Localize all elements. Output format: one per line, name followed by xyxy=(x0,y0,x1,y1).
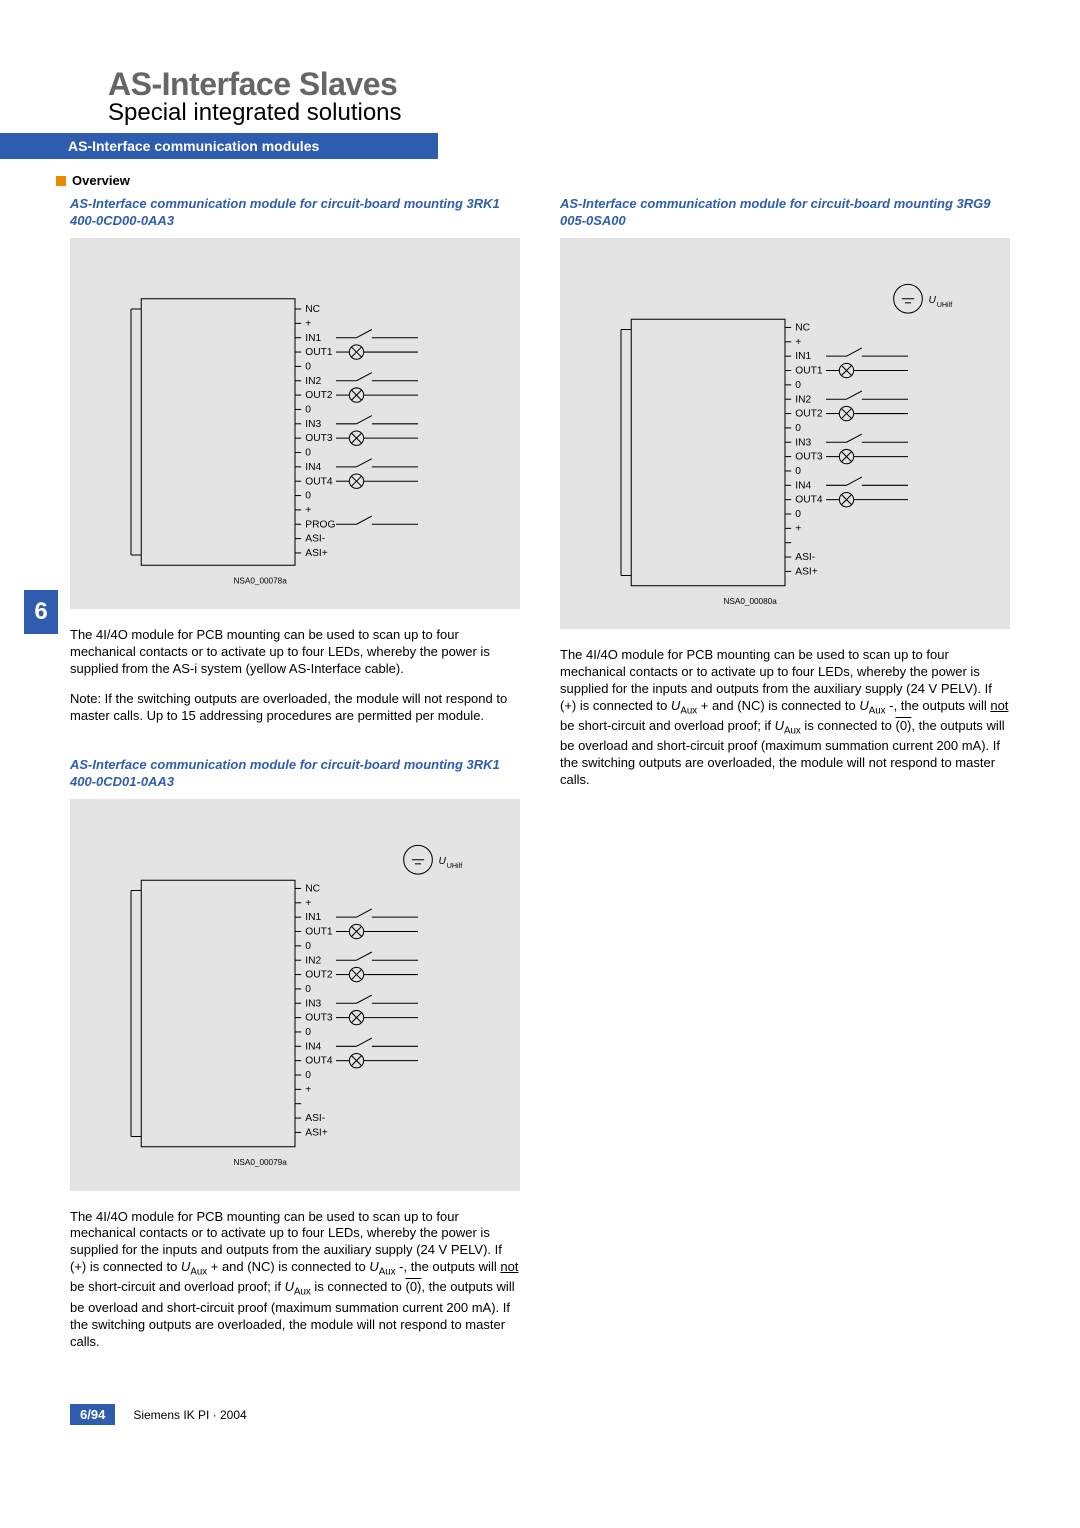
svg-text:UHilf: UHilf xyxy=(937,301,953,309)
svg-text:0: 0 xyxy=(305,447,311,458)
svg-text:IN1: IN1 xyxy=(305,912,321,923)
page-footer: 6/94 Siemens IK PI · 2004 xyxy=(0,1404,1080,1425)
body-paragraph: Note: If the switching outputs are overl… xyxy=(70,691,520,725)
svg-text:IN1: IN1 xyxy=(305,333,321,344)
svg-text:IN4: IN4 xyxy=(305,1041,321,1052)
svg-text:+: + xyxy=(305,505,311,516)
page-title: AS-Interface Slaves xyxy=(108,66,1080,103)
diagram-ref: NSA0_00079a xyxy=(234,1158,288,1167)
svg-text:OUT2: OUT2 xyxy=(795,408,823,419)
svg-text:NC: NC xyxy=(305,304,320,315)
svg-text:0: 0 xyxy=(305,1070,311,1081)
svg-text:+: + xyxy=(305,1084,311,1095)
page-number: 6/94 xyxy=(70,1404,115,1425)
svg-text:0: 0 xyxy=(305,984,311,995)
circuit-diagram-icon: NC + IN1 OUT1 0 IN2 OUT2 0 IN3 OUT3 0 IN4 OUT4 0 + PROG… xyxy=(90,268,500,596)
svg-text:ASI-: ASI- xyxy=(305,1113,325,1124)
svg-text:U: U xyxy=(439,856,447,867)
svg-text:0: 0 xyxy=(795,466,801,477)
circuit-diagram-icon: U UHilf NC + IN1 OUT1 0 IN2 OUT2 0 IN3 OUT3 0 IN4 OU… xyxy=(580,268,990,617)
right-column: AS-Interface communication module for ci… xyxy=(560,196,1010,1364)
svg-text:IN3: IN3 xyxy=(795,437,811,448)
svg-text:0: 0 xyxy=(795,509,801,520)
svg-text:OUT2: OUT2 xyxy=(305,390,333,401)
svg-text:NC: NC xyxy=(795,322,810,333)
svg-text:0: 0 xyxy=(795,423,801,434)
svg-text:OUT1: OUT1 xyxy=(795,365,823,376)
overview-heading: Overview xyxy=(0,173,1080,188)
svg-text:IN3: IN3 xyxy=(305,419,321,430)
svg-text:IN3: IN3 xyxy=(305,998,321,1009)
svg-text:0: 0 xyxy=(305,490,311,501)
diagram-ref: NSA0_00080a xyxy=(724,597,778,606)
svg-text:+: + xyxy=(305,318,311,329)
svg-text:0: 0 xyxy=(795,380,801,391)
svg-text:IN2: IN2 xyxy=(305,376,321,387)
section-title: AS-Interface communication module for ci… xyxy=(560,196,1010,230)
svg-text:OUT2: OUT2 xyxy=(305,970,333,981)
section-title: AS-Interface communication module for ci… xyxy=(70,757,520,791)
svg-text:OUT3: OUT3 xyxy=(795,451,823,462)
body-paragraph: The 4I/4O module for PCB mounting can be… xyxy=(70,627,520,678)
diagram-box: NC + IN1 OUT1 0 IN2 OUT2 0 IN3 OUT3 0 IN4 OUT4 0 + PROG… xyxy=(70,238,520,609)
svg-text:OUT1: OUT1 xyxy=(305,347,333,358)
svg-text:OUT1: OUT1 xyxy=(305,927,333,938)
svg-text:0: 0 xyxy=(305,361,311,372)
svg-text:U: U xyxy=(929,295,937,306)
svg-text:UHilf: UHilf xyxy=(447,862,463,870)
svg-text:0: 0 xyxy=(305,941,311,952)
svg-text:IN2: IN2 xyxy=(305,955,321,966)
svg-text:IN2: IN2 xyxy=(795,394,811,405)
diagram-box: U UHilf NC + IN1 OUT1 0 IN2 OUT2 0 IN3 OUT3 0 IN4 OU… xyxy=(70,799,520,1191)
bullet-icon xyxy=(56,176,66,186)
left-column: AS-Interface communication module for ci… xyxy=(70,196,520,1364)
svg-text:OUT4: OUT4 xyxy=(305,1056,333,1067)
page-header: AS-Interface Slaves Special integrated s… xyxy=(0,66,1080,127)
section-banner: AS-Interface communication modules xyxy=(0,133,438,159)
svg-text:+: + xyxy=(305,898,311,909)
svg-text:ASI+: ASI+ xyxy=(305,548,328,559)
svg-text:+: + xyxy=(795,337,801,348)
svg-text:OUT4: OUT4 xyxy=(305,476,333,487)
svg-text:ASI-: ASI- xyxy=(795,552,815,563)
svg-text:ASI+: ASI+ xyxy=(795,566,818,577)
overview-label: Overview xyxy=(72,173,130,188)
section-banner-text: AS-Interface communication modules xyxy=(68,138,319,154)
svg-text:PROG: PROG xyxy=(305,519,335,530)
side-chapter-tab: 6 xyxy=(24,590,58,634)
body-paragraph: The 4I/4O module for PCB mounting can be… xyxy=(70,1209,520,1351)
svg-text:OUT3: OUT3 xyxy=(305,433,333,444)
svg-text:OUT3: OUT3 xyxy=(305,1013,333,1024)
section-title: AS-Interface communication module for ci… xyxy=(70,196,520,230)
svg-text:0: 0 xyxy=(305,404,311,415)
svg-text:IN1: IN1 xyxy=(795,351,811,362)
body-paragraph: The 4I/4O module for PCB mounting can be… xyxy=(560,647,1010,789)
circuit-diagram-icon: U UHilf NC + IN1 OUT1 0 IN2 OUT2 0 IN3 OUT3 0 IN4 OU… xyxy=(90,829,500,1178)
footer-reference: Siemens IK PI · 2004 xyxy=(133,1408,246,1422)
svg-text:IN4: IN4 xyxy=(795,480,811,491)
svg-text:0: 0 xyxy=(305,1027,311,1038)
svg-text:ASI-: ASI- xyxy=(305,533,325,544)
diagram-box: U UHilf NC + IN1 OUT1 0 IN2 OUT2 0 IN3 OUT3 0 IN4 OU… xyxy=(560,238,1010,630)
svg-text:NC: NC xyxy=(305,884,320,895)
svg-text:ASI+: ASI+ xyxy=(305,1127,328,1138)
diagram-ref: NSA0_00078a xyxy=(234,576,288,585)
svg-text:+: + xyxy=(795,523,801,534)
svg-text:IN4: IN4 xyxy=(305,462,321,473)
page-subtitle: Special integrated solutions xyxy=(108,99,1080,127)
svg-text:OUT4: OUT4 xyxy=(795,495,823,506)
